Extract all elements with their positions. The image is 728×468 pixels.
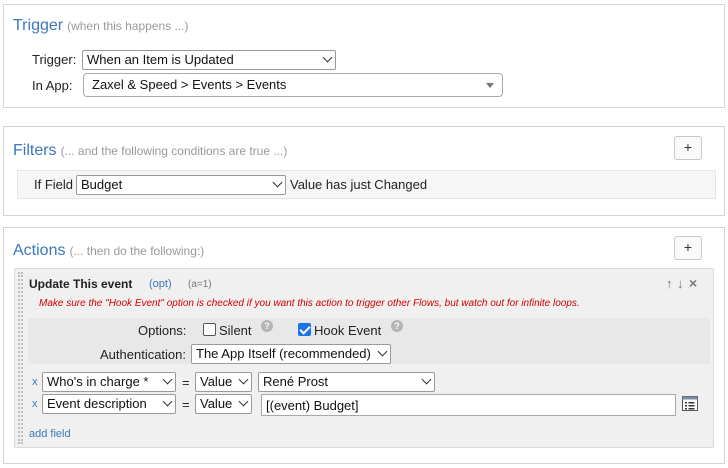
chevron-down-icon — [322, 52, 333, 63]
value-mode-value: Value — [200, 396, 233, 411]
equals-sign: = — [182, 375, 190, 390]
auth-select-value: The App Itself (recommended) — [196, 346, 371, 361]
drag-handle[interactable] — [18, 272, 23, 444]
options-label: Options: — [138, 323, 187, 338]
filters-title: Filters — [13, 142, 57, 159]
silent-help-icon[interactable]: ? — [261, 320, 273, 332]
field-select[interactable]: Event description — [42, 394, 176, 414]
actions-heading: Actions (... then do the following:) — [13, 242, 204, 260]
equals-sign: = — [182, 397, 190, 412]
action-id-label: (a=1) — [188, 279, 212, 290]
hook-event-checkbox[interactable] — [298, 323, 311, 336]
auth-select[interactable]: The App Itself (recommended) — [191, 344, 391, 364]
variable-picker-icon[interactable] — [682, 396, 698, 411]
field-select-value: Who's in charge * — [47, 374, 149, 389]
chevron-down-icon — [377, 346, 388, 357]
actions-hint: (... then do the following:) — [69, 244, 205, 258]
hook-warning: Make sure the "Hook Event" option is che… — [39, 298, 580, 309]
silent-label: Silent — [219, 323, 252, 338]
trigger-select[interactable]: When an Item is Updated — [82, 50, 336, 70]
chevron-down-icon — [238, 396, 249, 407]
filter-condition: Value has just Changed — [290, 177, 428, 192]
auth-label: Authentication: — [100, 347, 187, 362]
trigger-hint: (when this happens ...) — [67, 19, 189, 33]
move-up-icon[interactable]: ↑ — [666, 276, 673, 291]
value-mode-select[interactable]: Value — [195, 372, 252, 392]
field-select-value: Event description — [47, 396, 147, 411]
trigger-title: Trigger — [13, 17, 64, 34]
chevron-down-icon — [272, 177, 283, 188]
add-field-link[interactable]: add field — [29, 428, 71, 440]
actions-title: Actions — [13, 242, 66, 259]
field-select[interactable]: Who's in charge * — [42, 372, 176, 392]
in-app-label: In App: — [32, 78, 73, 93]
hook-event-label: Hook Event — [314, 323, 382, 338]
value-mode-select[interactable]: Value — [195, 394, 252, 414]
value-input[interactable]: [(event) Budget] — [261, 394, 676, 416]
filters-hint: (... and the following conditions are tr… — [60, 144, 288, 158]
remove-field-link[interactable]: x — [32, 398, 38, 410]
add-filter-button[interactable]: + — [674, 136, 702, 160]
dropdown-arrow-icon — [486, 83, 494, 88]
chevron-down-icon — [162, 374, 173, 385]
trigger-heading: Trigger (when this happens ...) — [13, 17, 189, 35]
silent-checkbox[interactable] — [203, 323, 216, 336]
remove-action-icon[interactable]: × — [689, 275, 697, 291]
action-opt-link[interactable]: (opt) — [149, 278, 172, 290]
app-select-value: Zaxel & Speed > Events > Events — [92, 77, 287, 92]
filters-heading: Filters (... and the following conditions… — [13, 142, 287, 160]
if-field-label: If Field — [34, 177, 74, 192]
action-title: Update This event — [29, 277, 133, 291]
filter-field-select[interactable]: Budget — [76, 175, 286, 195]
remove-field-link[interactable]: x — [32, 376, 38, 388]
chevron-down-icon — [421, 374, 432, 385]
value-mode-value: Value — [200, 374, 233, 389]
chevron-down-icon — [162, 396, 173, 407]
move-down-icon[interactable]: ↓ — [677, 276, 684, 291]
chevron-down-icon — [238, 374, 249, 385]
trigger-label: Trigger: — [32, 52, 77, 67]
add-action-button[interactable]: + — [674, 236, 702, 260]
person-select-value: René Prost — [263, 374, 329, 389]
filter-field-value: Budget — [81, 177, 123, 192]
app-select[interactable]: Zaxel & Speed > Events > Events — [83, 73, 503, 97]
hook-event-help-icon[interactable]: ? — [391, 320, 403, 332]
trigger-select-value: When an Item is Updated — [87, 52, 234, 67]
trigger-panel: Trigger (when this happens ...) Trigger: … — [3, 4, 725, 108]
person-select[interactable]: René Prost — [258, 372, 435, 392]
